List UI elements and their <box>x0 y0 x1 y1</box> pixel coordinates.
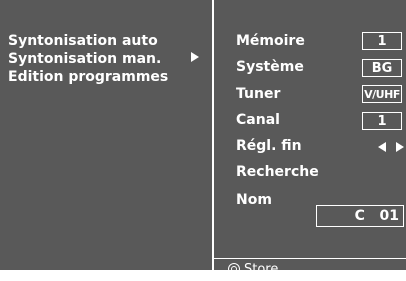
store-hint[interactable]: Store <box>228 262 278 278</box>
memory-label: Mémoire <box>236 33 305 49</box>
menu-item-auto-tuning[interactable]: Syntonisation auto <box>8 32 158 50</box>
menu-item-manual-tuning[interactable]: Syntonisation man. <box>8 50 161 68</box>
system-value[interactable]: BG <box>362 59 402 77</box>
left-right-arrows-icon[interactable] <box>378 141 404 153</box>
menu-item-edit-programs[interactable]: Edition programmes <box>8 68 168 86</box>
channel-value[interactable]: 1 <box>362 112 402 130</box>
memory-value[interactable]: 1 <box>362 32 402 50</box>
selected-arrow-icon <box>191 52 199 62</box>
store-label: Store <box>244 262 279 277</box>
name-label: Nom <box>236 192 272 208</box>
tuning-menu: Syntonisation auto Syntonisation man. Ed… <box>0 0 214 270</box>
system-label: Système <box>236 59 304 75</box>
tuner-label: Tuner <box>236 86 281 102</box>
circle-button-icon <box>228 263 240 275</box>
tv-osd-screen: Syntonisation auto Syntonisation man. Ed… <box>0 0 406 277</box>
tuner-value[interactable]: V/UHF <box>362 85 402 103</box>
footer-divider <box>214 258 406 259</box>
manual-tuning-panel: Mémoire 1 Système BG Tuner V/UHF Canal 1… <box>214 0 406 277</box>
channel-label: Canal <box>236 112 280 128</box>
search-label[interactable]: Recherche <box>236 163 319 181</box>
fine-tuning-label: Régl. fin <box>236 138 302 154</box>
name-value-field[interactable]: C 01 <box>316 205 404 227</box>
